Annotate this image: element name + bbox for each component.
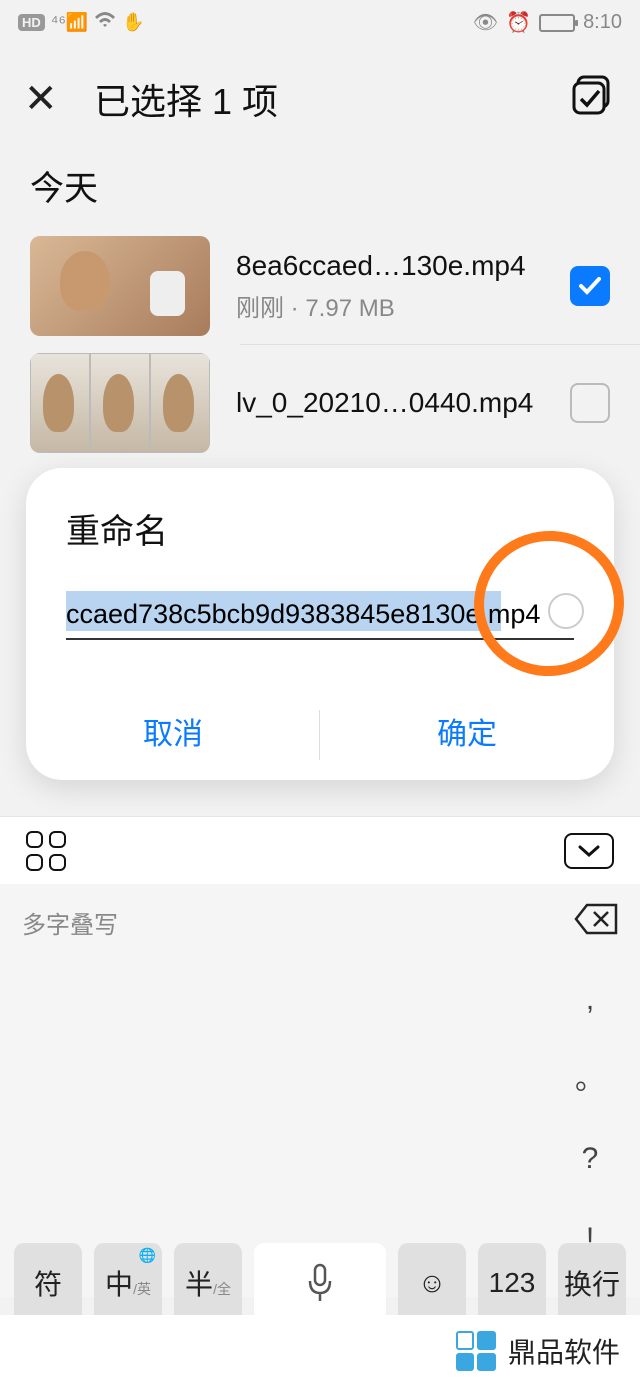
confirm-button[interactable]: 确定 xyxy=(320,690,614,780)
signal-icon: ⁴⁶📶 xyxy=(51,12,89,33)
enter-key[interactable]: 换行 xyxy=(558,1243,626,1323)
palm-icon: ✋ xyxy=(122,12,144,33)
width-key[interactable]: 半/全 xyxy=(174,1243,242,1323)
page-title: 已选择 1 项 xyxy=(94,73,278,125)
battery-icon xyxy=(539,14,575,32)
punct-key[interactable]: ? xyxy=(570,1129,610,1189)
punct-key[interactable]: , xyxy=(570,970,610,1030)
select-all-button[interactable] xyxy=(572,75,616,124)
thumbnail xyxy=(30,353,210,453)
cancel-button[interactable]: 取消 xyxy=(26,690,320,780)
dialog-title: 重命名 xyxy=(26,504,614,591)
eye-icon: 👁 xyxy=(473,10,498,35)
voice-key[interactable] xyxy=(254,1243,386,1323)
close-icon[interactable]: ✕ xyxy=(24,76,64,122)
candidate-bar: 多字叠写 xyxy=(0,884,640,960)
punct-key[interactable]: 。 xyxy=(570,1050,610,1110)
clear-icon[interactable] xyxy=(548,593,584,629)
section-today: 今天 xyxy=(0,143,640,228)
selection-header: ✕ 已选择 1 项 xyxy=(0,45,640,143)
file-row[interactable]: 8ea6ccaed…130e.mp4 刚刚 · 7.97 MB xyxy=(0,228,640,344)
number-key[interactable]: 123 xyxy=(478,1243,546,1323)
keyboard-bottom-row: 符 🌐 中/英 半/全 ☺ 123 换行 xyxy=(0,1243,640,1323)
symbol-key[interactable]: 符 xyxy=(14,1243,82,1323)
watermark: 鼎品软件 xyxy=(0,1315,640,1387)
status-bar: HD ⁴⁶📶 ✋ 👁 ⏰ 8:10 xyxy=(0,0,640,45)
collapse-keyboard-button[interactable] xyxy=(564,833,614,869)
checkbox[interactable] xyxy=(570,383,610,423)
rename-dialog: 重命名 取消 确定 xyxy=(26,468,614,780)
backspace-button[interactable] xyxy=(574,903,618,942)
clock-time: 8:10 xyxy=(583,11,622,34)
file-meta: 刚刚 · 7.97 MB xyxy=(236,288,544,323)
language-key[interactable]: 🌐 中/英 xyxy=(94,1243,162,1323)
watermark-logo xyxy=(456,1331,496,1371)
file-name: lv_0_20210…0440.mp4 xyxy=(236,387,544,419)
thumbnail xyxy=(30,236,210,336)
hd-badge: HD xyxy=(18,14,45,31)
punctuation-column: , 。 ? ! xyxy=(570,960,610,1279)
file-row[interactable]: lv_0_20210…0440.mp4 xyxy=(0,345,640,461)
watermark-text: 鼎品软件 xyxy=(508,1331,620,1371)
checkbox[interactable] xyxy=(570,266,610,306)
rename-input[interactable] xyxy=(66,591,574,640)
candidate-hint: 多字叠写 xyxy=(22,905,118,940)
file-name: 8ea6ccaed…130e.mp4 xyxy=(236,250,544,282)
wifi-icon xyxy=(94,11,116,34)
apps-icon[interactable] xyxy=(26,831,66,871)
emoji-key[interactable]: ☺ xyxy=(398,1243,466,1323)
alarm-icon: ⏰ xyxy=(506,10,531,35)
keyboard-toolbar xyxy=(0,816,640,884)
